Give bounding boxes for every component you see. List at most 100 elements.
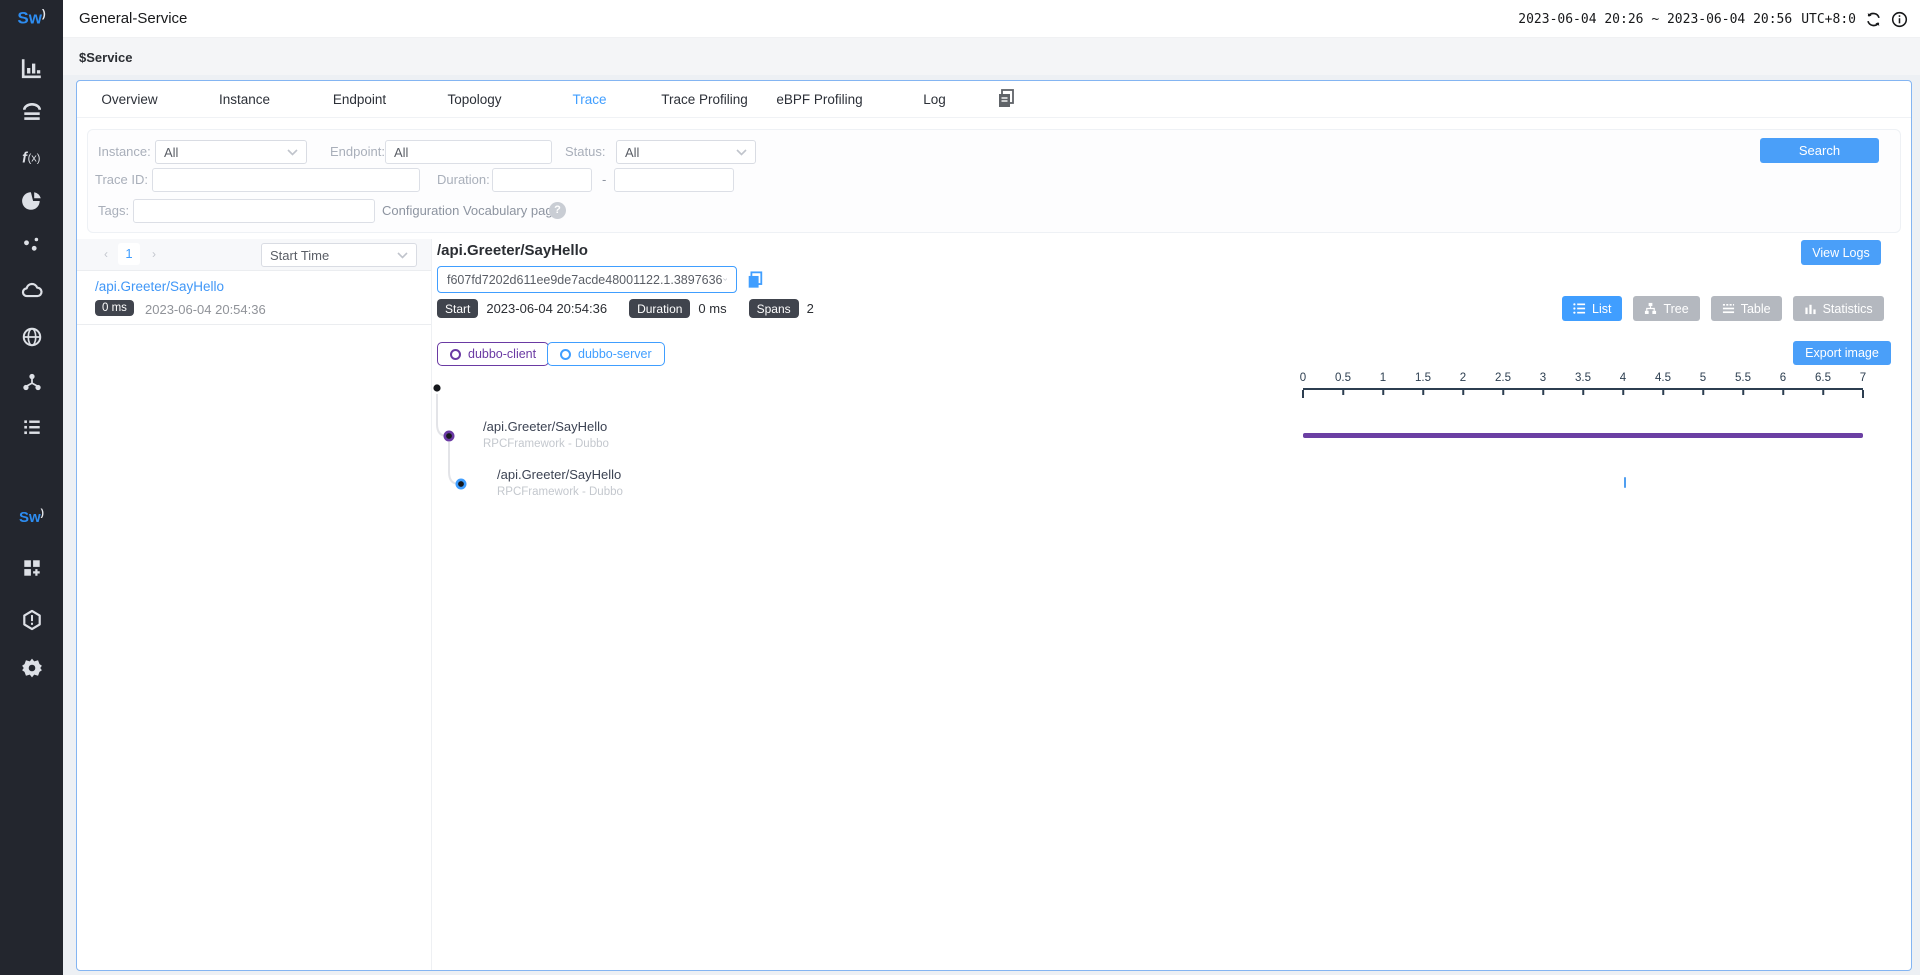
tab-topology[interactable]: Topology <box>417 92 532 107</box>
duration-separator: - <box>602 168 606 192</box>
page-prev-button[interactable]: ‹ <box>98 246 114 262</box>
tab-log[interactable]: Log <box>877 92 992 107</box>
sidebar-item-globe[interactable] <box>21 326 43 348</box>
layers-icon <box>21 101 43 123</box>
chevron-down-icon <box>723 276 727 283</box>
duration-to-input[interactable] <box>614 168 734 192</box>
tab-trace[interactable]: Trace <box>532 92 647 107</box>
page-title: General-Service <box>79 10 187 27</box>
tab-overview[interactable]: Overview <box>72 92 187 107</box>
skywalking-logo: Sw) <box>0 8 63 29</box>
span-tree-connector <box>430 382 490 492</box>
duration-value: 0 ms <box>698 301 726 316</box>
sort-select-value: Start Time <box>270 248 329 263</box>
root-span-dot[interactable] <box>433 384 440 391</box>
legend-label: dubbo-server <box>578 347 652 361</box>
sidebar-item-settings[interactable] <box>21 657 43 679</box>
skywalking-app: Sw) f(x) Sw) <box>0 0 1920 975</box>
sidebar-item-skywalking[interactable]: Sw) <box>0 508 63 526</box>
help-icon[interactable]: ? <box>549 202 566 219</box>
span-bar-client[interactable] <box>1303 433 1863 438</box>
bar-chart-icon <box>21 57 43 79</box>
sidebar-item-list[interactable] <box>21 416 43 438</box>
sidebar: Sw) f(x) Sw) <box>0 0 63 975</box>
gear-icon <box>21 657 43 679</box>
service-label: $Service <box>79 50 133 65</box>
chevron-down-icon <box>287 149 298 156</box>
duration-from-input[interactable] <box>492 168 592 192</box>
page-number[interactable]: 1 <box>118 243 140 265</box>
sidebar-item-dashboards[interactable] <box>21 557 43 579</box>
span-component: RPCFramework - Dubbo <box>497 486 623 498</box>
list-divider <box>77 270 431 271</box>
svg-text:(x): (x) <box>27 152 40 164</box>
trace-id-input[interactable] <box>152 168 420 192</box>
endpoint-input[interactable] <box>385 140 552 164</box>
circle-icon <box>560 349 571 360</box>
duration-badge: Duration <box>629 299 690 318</box>
list-divider <box>77 324 431 325</box>
tab-ebpf-profiling[interactable]: eBPF Profiling <box>762 92 877 107</box>
function-icon: f(x) <box>21 146 43 168</box>
span-endpoint[interactable]: /api.Greeter/SayHello <box>483 419 607 434</box>
span-endpoint[interactable]: /api.Greeter/SayHello <box>497 467 621 482</box>
sidebar-item-bar-chart[interactable] <box>21 57 43 79</box>
alert-hexagon-icon <box>21 609 43 631</box>
chevron-down-icon <box>736 149 747 156</box>
scatter-dots-icon <box>21 234 43 256</box>
tags-input[interactable] <box>133 199 375 223</box>
tab-instance[interactable]: Instance <box>187 92 302 107</box>
sidebar-item-layers[interactable] <box>21 101 43 123</box>
legend-dubbo-client[interactable]: dubbo-client <box>437 342 549 366</box>
sidebar-item-scatter[interactable] <box>21 234 43 256</box>
logo-arc-icon: ) <box>41 508 44 519</box>
spans-value: 2 <box>807 301 814 316</box>
sidebar-item-topology[interactable] <box>21 371 43 393</box>
start-badge: Start <box>437 299 478 318</box>
legend-dubbo-server[interactable]: dubbo-server <box>547 342 665 366</box>
list-icon <box>21 416 43 438</box>
trace-id-value: f607fd7202d611ee9de7acde48001122.1.38976… <box>447 273 723 287</box>
grid-plus-icon <box>21 557 43 579</box>
trace-item-duration-badge: 0 ms <box>95 300 134 316</box>
span-component: RPCFramework - Dubbo <box>483 438 609 450</box>
chevron-down-icon <box>397 252 408 259</box>
page-next-button[interactable]: › <box>146 246 162 262</box>
tab-trace-profiling[interactable]: Trace Profiling <box>647 92 762 107</box>
sidebar-item-pie-chart[interactable] <box>21 190 43 212</box>
refresh-icon[interactable] <box>1865 11 1882 28</box>
span-bar-server[interactable] <box>1624 477 1626 488</box>
sidebar-item-alerting[interactable] <box>21 609 43 631</box>
sidebar-item-functions[interactable]: f(x) <box>21 146 43 168</box>
globe-icon <box>21 326 43 348</box>
trace-meta-row: Start 2023-06-04 20:54:36 Duration 0 ms … <box>437 298 828 319</box>
trace-id-select[interactable]: f607fd7202d611ee9de7acde48001122.1.38976… <box>437 266 737 293</box>
copy-trace-id-icon[interactable] <box>746 270 764 290</box>
info-icon[interactable] <box>1891 11 1908 28</box>
copy-tab-icon[interactable] <box>996 88 1016 109</box>
sort-select[interactable]: Start Time <box>261 243 417 267</box>
client-span-dot[interactable] <box>445 432 453 440</box>
trace-item-start-time: 2023-06-04 20:54:36 <box>145 302 266 317</box>
instance-filter-label: Instance: <box>98 140 151 164</box>
tab-endpoint[interactable]: Endpoint <box>302 92 417 107</box>
trace-item-endpoint[interactable]: /api.Greeter/SayHello <box>95 279 224 294</box>
circle-icon <box>450 349 461 360</box>
panel-divider <box>431 239 432 970</box>
trace-title: /api.Greeter/SayHello <box>437 242 588 259</box>
topology-icon <box>21 371 43 393</box>
sidebar-item-cloud[interactable] <box>21 279 43 301</box>
server-span-dot[interactable] <box>457 480 465 488</box>
spans-badge: Spans <box>749 299 799 318</box>
legend-label: dubbo-client <box>468 347 536 361</box>
status-filter-label: Status: <box>565 140 605 164</box>
start-value: 2023-06-04 20:54:36 <box>486 301 607 316</box>
tab-bar: Overview Instance Endpoint Topology Trac… <box>72 81 992 118</box>
instance-select-value: All <box>164 145 178 160</box>
endpoint-filter-label: Endpoint: <box>330 140 385 164</box>
pie-chart-icon <box>21 190 43 212</box>
status-select[interactable]: All <box>616 140 756 164</box>
cloud-icon <box>21 279 43 301</box>
instance-select[interactable]: All <box>155 140 307 164</box>
vocabulary-link[interactable]: Configuration Vocabulary page <box>382 203 560 218</box>
